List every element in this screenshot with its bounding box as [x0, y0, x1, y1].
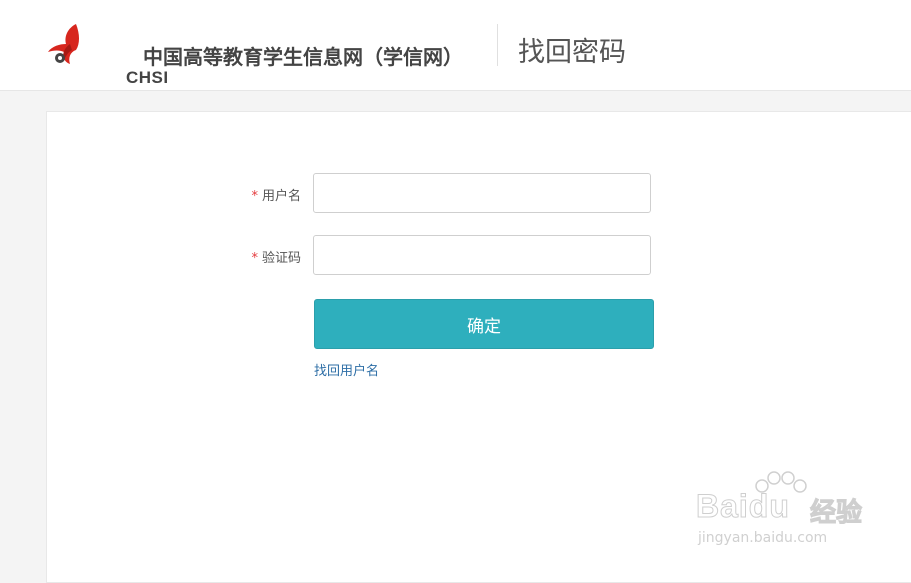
header-divider [497, 24, 498, 66]
watermark-brand: Baidu [696, 488, 790, 525]
recover-username-link[interactable]: 找回用户名 [314, 360, 379, 379]
username-label: * 用户名 [201, 185, 301, 204]
site-name: 中国高等教育学生信息网（学信网） [143, 45, 463, 69]
page-title: 找回密码 [518, 37, 626, 68]
username-label-text: 用户名 [261, 189, 301, 204]
chsi-logo[interactable]: CHSI [46, 22, 168, 87]
confirm-button[interactable]: 确定 [314, 299, 654, 349]
username-input[interactable] [313, 173, 651, 213]
watermark-url: jingyan.baidu.com [698, 530, 828, 546]
site-header: CHSI 中国高等教育学生信息网（学信网） 找回密码 [0, 0, 911, 91]
required-mark: * [251, 189, 258, 204]
captcha-label: * 验证码 [201, 247, 301, 266]
baidu-watermark: Baidu 经验 jingyan.baidu.com [696, 470, 866, 555]
watermark-cn: 经验 [809, 498, 863, 529]
captcha-input[interactable] [313, 235, 651, 275]
logo-text: CHSI [126, 68, 169, 87]
required-mark: * [251, 251, 258, 266]
captcha-label-text: 验证码 [261, 251, 301, 266]
chsi-bird-icon [48, 24, 79, 64]
